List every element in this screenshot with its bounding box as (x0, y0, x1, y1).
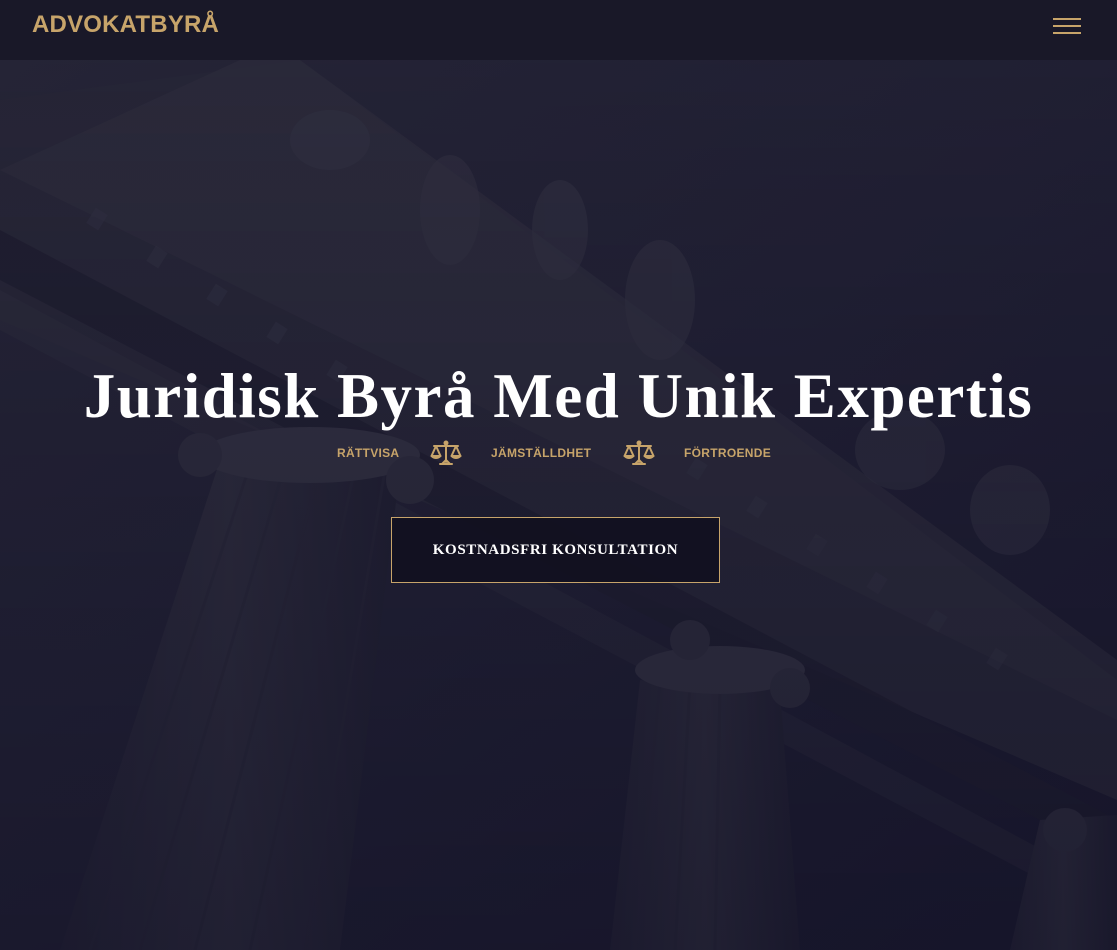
page: ADVOKATBYRÅ Juridisk Byrå Med Unik Exper… (0, 0, 1117, 950)
scales-of-justice-icon (623, 440, 655, 465)
hero-section: Juridisk Byrå Med Unik Expertis RÄTTVISA… (0, 60, 1117, 950)
menu-line (1053, 18, 1081, 20)
scales-of-justice-icon (430, 440, 462, 465)
value-jamstalldhet: JÄMSTÄLLDHET (491, 446, 592, 460)
top-navigation-bar: ADVOKATBYRÅ (0, 0, 1117, 60)
courthouse-columns-background (0, 60, 1117, 950)
site-logo[interactable]: ADVOKATBYRÅ (32, 10, 219, 40)
free-consultation-button[interactable]: KOSTNADSFRI KONSULTATION (391, 517, 720, 583)
value-rattvisa: RÄTTVISA (337, 446, 400, 460)
menu-line (1053, 32, 1081, 34)
value-fortroende: FÖRTROENDE (684, 446, 771, 460)
menu-line (1053, 25, 1081, 27)
hamburger-menu-icon[interactable] (1053, 16, 1081, 38)
hero-title: Juridisk Byrå Med Unik Expertis (83, 361, 1034, 431)
core-values-row: RÄTTVISA JÄMSTÄLLDHET FÖRTROENDE (0, 436, 1117, 470)
